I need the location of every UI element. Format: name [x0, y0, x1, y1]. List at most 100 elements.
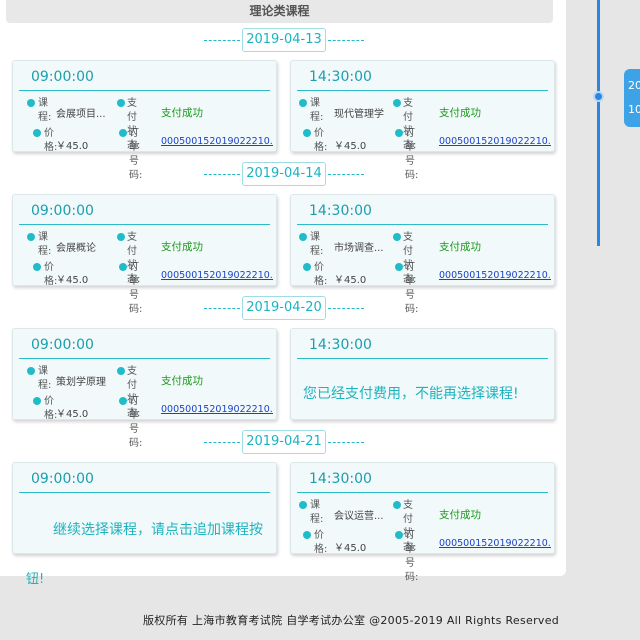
price-value: ￥45.0 — [334, 275, 367, 286]
bullet-icon — [27, 99, 35, 107]
add-course-message-overflow: 钮! — [26, 572, 45, 587]
bullet-icon — [117, 367, 125, 375]
copyright-text: 版权所有 上海市教育考试院 自学考试办公室 @2005-2019 All Rig… — [143, 614, 560, 627]
course-card[interactable]: 14:30:00 课程: 会议运营... 支付状态: 支付成功 价格: ￥45.… — [290, 462, 555, 583]
order-link[interactable]: 000500152019022210... — [161, 404, 273, 415]
date-divider: 2019-04-20 — [0, 296, 566, 320]
paid-message: 您已经支付费用，不能再选择课程! — [303, 386, 519, 402]
order-label: 订单号码: — [405, 530, 419, 583]
course-card[interactable]: 14:30:00 课程: 市场调查... 支付状态: 支付成功 价格: ￥45.… — [290, 194, 555, 315]
bullet-icon — [393, 501, 401, 509]
bullet-icon — [299, 233, 307, 241]
pay-status-value: 支付成功 — [161, 375, 203, 387]
bullet-icon — [27, 367, 35, 375]
bullet-icon — [393, 99, 401, 107]
course-card[interactable]: 09:00:00 课程: 会展概论 支付状态: 支付成功 价格: ￥45.0 订… — [12, 194, 277, 315]
course-label: 课程: — [38, 366, 52, 391]
pay-status-value: 支付成功 — [439, 509, 481, 521]
order-label: 订单号码: — [129, 262, 143, 315]
side-tab-line2: 10 — [628, 103, 640, 116]
order-link[interactable]: 000500152019022210... — [161, 136, 273, 147]
course-label: 课程: — [310, 500, 324, 525]
course-name: 会展概论 — [56, 243, 96, 254]
date-label: 2019-04-21 — [242, 430, 326, 454]
pay-status-value: 支付成功 — [439, 241, 481, 253]
order-label: 订单号码: — [405, 128, 419, 181]
bullet-icon — [119, 397, 127, 405]
bullet-icon — [33, 397, 41, 405]
card-time: 09:00:00 — [31, 69, 94, 85]
date-label: 2019-04-20 — [242, 296, 326, 320]
course-card-add-prompt[interactable]: 09:00:00 继续选择课程，请点击追加课程按 — [12, 462, 277, 554]
card-time: 14:30:00 — [309, 471, 372, 487]
date-divider: 2019-04-13 — [0, 28, 566, 52]
order-label: 订单号码: — [129, 128, 143, 181]
course-label: 课程: — [38, 232, 52, 257]
card-time: 14:30:00 — [309, 203, 372, 219]
course-label: 课程: — [310, 98, 324, 123]
course-label: 课程: — [38, 98, 52, 123]
bullet-icon — [119, 263, 127, 271]
date-label: 2019-04-14 — [242, 162, 326, 186]
add-course-message: 继续选择课程，请点击追加课程按 — [53, 522, 263, 538]
pay-status-value: 支付成功 — [439, 107, 481, 119]
card-time: 09:00:00 — [31, 203, 94, 219]
bullet-icon — [303, 263, 311, 271]
bullet-icon — [299, 99, 307, 107]
course-name: 现代管理学 — [334, 109, 384, 120]
course-name: 市场调查... — [334, 243, 384, 254]
order-link[interactable]: 000500152019022210... — [439, 136, 551, 147]
date-divider: 2019-04-21 — [0, 430, 566, 454]
bullet-icon — [27, 233, 35, 241]
bullet-icon — [395, 129, 403, 137]
order-label: 订单号码: — [405, 262, 419, 315]
price-value: ￥45.0 — [334, 543, 367, 554]
pay-status-value: 支付成功 — [161, 241, 203, 253]
price-value: ￥45.0 — [56, 275, 89, 286]
course-card[interactable]: 09:00:00 课程: 策划学原理 支付状态: 支付成功 价格: ￥45.0 … — [12, 328, 277, 449]
section-title: 理论类课程 — [6, 0, 553, 23]
bullet-icon — [299, 501, 307, 509]
price-value: ￥45.0 — [56, 141, 89, 152]
course-card[interactable]: 09:00:00 课程: 会展项目... 支付状态: 支付成功 价格: ￥45.… — [12, 60, 277, 181]
order-link[interactable]: 000500152019022210... — [161, 270, 273, 281]
course-name: 会展项目... — [56, 109, 106, 120]
timeline-bar — [597, 0, 600, 246]
course-card[interactable]: 14:30:00 课程: 现代管理学 支付状态: 支付成功 价格: ￥45.0 … — [290, 60, 555, 181]
price-value: ￥45.0 — [334, 141, 367, 152]
card-time: 09:00:00 — [31, 471, 94, 487]
bullet-icon — [117, 233, 125, 241]
order-link[interactable]: 000500152019022210... — [439, 270, 551, 281]
course-card-paid-notice: 14:30:00 您已经支付费用，不能再选择课程! — [290, 328, 555, 420]
bullet-icon — [33, 129, 41, 137]
bullet-icon — [395, 531, 403, 539]
bullet-icon — [303, 129, 311, 137]
card-time: 14:30:00 — [309, 337, 372, 353]
date-divider: 2019-04-14 — [0, 162, 566, 186]
bullet-icon — [393, 233, 401, 241]
course-label: 课程: — [310, 232, 324, 257]
timeline-dot-icon — [593, 91, 604, 102]
course-name: 会议运营... — [334, 511, 384, 522]
bullet-icon — [303, 531, 311, 539]
card-time: 09:00:00 — [31, 337, 94, 353]
side-tab-line1: 20 — [628, 79, 640, 92]
pay-status-value: 支付成功 — [161, 107, 203, 119]
course-name: 策划学原理 — [56, 377, 106, 388]
price-label: 价格: — [314, 128, 328, 153]
bullet-icon — [119, 129, 127, 137]
bullet-icon — [117, 99, 125, 107]
card-time: 14:30:00 — [309, 69, 372, 85]
order-label: 订单号码: — [129, 396, 143, 449]
footer: 版权所有 上海市教育考试院 自学考试办公室 @2005-2019 All Rig… — [0, 596, 640, 640]
course-panel: 理论类课程 2019-04-13 2019-04-14 2019-04-20 2… — [0, 0, 566, 583]
course-schedule-page: 理论类课程 2019-04-13 2019-04-14 2019-04-20 2… — [0, 0, 640, 640]
price-value: ￥45.0 — [56, 409, 89, 420]
side-tab[interactable]: 20 10 — [624, 69, 640, 127]
bullet-icon — [395, 263, 403, 271]
date-label: 2019-04-13 — [242, 28, 326, 52]
bullet-icon — [33, 263, 41, 271]
price-label: 价格: — [314, 530, 328, 555]
order-link[interactable]: 000500152019022210... — [439, 538, 551, 549]
price-label: 价格: — [314, 262, 328, 287]
